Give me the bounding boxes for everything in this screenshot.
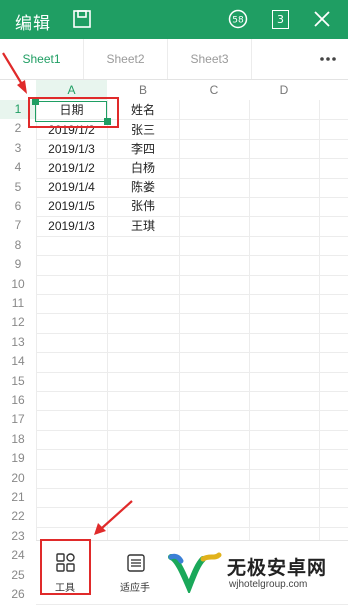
fit-screen-button[interactable]: 适应手	[106, 541, 164, 600]
grid-line	[36, 177, 348, 179]
watermark-url: wjhotelgroup.com	[229, 579, 308, 590]
fit-screen-icon	[127, 554, 145, 572]
row-header[interactable]: 11	[0, 294, 36, 313]
watermark-title: 无极安卓网	[227, 557, 328, 579]
count-badge-icon[interactable]: 58	[228, 9, 248, 29]
grid-line	[36, 235, 348, 237]
row-header[interactable]: 23	[0, 527, 36, 546]
grid-line	[36, 197, 348, 198]
grid-line	[36, 468, 348, 470]
row-header[interactable]: 12	[0, 313, 36, 332]
column-header-d[interactable]: D	[249, 80, 319, 100]
top-bar: 编辑 58 3	[0, 0, 348, 39]
grid-line	[319, 100, 320, 599]
grid-line	[36, 158, 348, 160]
row-header[interactable]: 7	[0, 216, 36, 235]
column-header-c[interactable]: C	[179, 80, 249, 100]
tab-sheet2[interactable]: Sheet2	[84, 39, 168, 79]
grid-line	[36, 429, 348, 431]
svg-text:58: 58	[232, 16, 244, 26]
close-icon[interactable]	[313, 10, 331, 28]
row-header[interactable]: 14	[0, 352, 36, 371]
grid-line	[36, 391, 348, 392]
row-header[interactable]: 22	[0, 507, 36, 526]
grid-line	[36, 526, 348, 528]
cell-b4[interactable]: 白杨	[107, 159, 179, 178]
cell-a5[interactable]: 2019/1/4	[36, 178, 107, 197]
edit-title[interactable]: 编辑	[15, 9, 51, 34]
grid-line	[36, 507, 348, 509]
tab-sheet3[interactable]: Sheet3	[168, 39, 252, 79]
row-header[interactable]: 13	[0, 333, 36, 352]
grid-line	[36, 410, 348, 412]
row-header[interactable]: 17	[0, 410, 36, 429]
watermark: 无极安卓网 wjhotelgroup.com	[165, 549, 348, 597]
row-header[interactable]: 10	[0, 275, 36, 294]
cell-b6[interactable]: 张伟	[107, 197, 179, 216]
row-header[interactable]: 19	[0, 449, 36, 468]
row-header[interactable]: 6	[0, 197, 36, 216]
row-header[interactable]: 4	[0, 158, 36, 177]
tabs-count-button[interactable]: 3	[272, 10, 289, 29]
row-header[interactable]: 15	[0, 372, 36, 391]
cell-b7[interactable]: 王琪	[107, 217, 179, 236]
grid-line	[36, 352, 348, 354]
watermark-logo	[168, 552, 222, 593]
row-header[interactable]: 16	[0, 391, 36, 410]
cell-b5[interactable]: 陈娄	[107, 178, 179, 197]
fit-screen-label: 适应手	[120, 583, 150, 594]
annotation-box	[28, 97, 119, 128]
grid-line	[36, 488, 348, 489]
row-header[interactable]: 20	[0, 469, 36, 488]
grid-line	[36, 294, 348, 295]
grid-line	[36, 313, 348, 315]
sheet-tab-bar: Sheet1 Sheet2 Sheet3	[0, 39, 348, 80]
row-header[interactable]: 24	[0, 546, 36, 565]
more-options-icon[interactable]	[308, 39, 348, 79]
grid-line	[36, 255, 348, 257]
row-header[interactable]: 21	[0, 488, 36, 507]
row-header[interactable]: 26	[0, 585, 36, 604]
grid-line	[36, 216, 348, 218]
grid-line	[36, 371, 348, 373]
annotation-box	[40, 539, 91, 595]
cell-a4[interactable]: 2019/1/2	[36, 159, 107, 178]
row-header[interactable]: 18	[0, 430, 36, 449]
grid-line	[179, 100, 180, 599]
grid-line	[36, 138, 348, 140]
row-header[interactable]: 3	[0, 139, 36, 158]
row-header[interactable]: 5	[0, 178, 36, 197]
tab-sheet1[interactable]: Sheet1	[0, 39, 84, 79]
grid-line	[36, 274, 348, 276]
grid-line	[249, 100, 250, 599]
row-header[interactable]: 8	[0, 236, 36, 255]
cell-a3[interactable]: 2019/1/3	[36, 140, 107, 159]
cell-b3[interactable]: 李四	[107, 140, 179, 159]
row-header[interactable]: 9	[0, 255, 36, 274]
cell-a6[interactable]: 2019/1/5	[36, 197, 107, 216]
row-header[interactable]: 25	[0, 566, 36, 585]
save-icon[interactable]	[72, 9, 92, 29]
grid-line	[36, 449, 348, 451]
spreadsheet-grid[interactable]: A B C D 日期 姓名 2019/1/2 张三 2019/1/3 李四 20…	[0, 80, 348, 605]
grid-line	[36, 332, 348, 334]
cell-a7[interactable]: 2019/1/3	[36, 217, 107, 236]
